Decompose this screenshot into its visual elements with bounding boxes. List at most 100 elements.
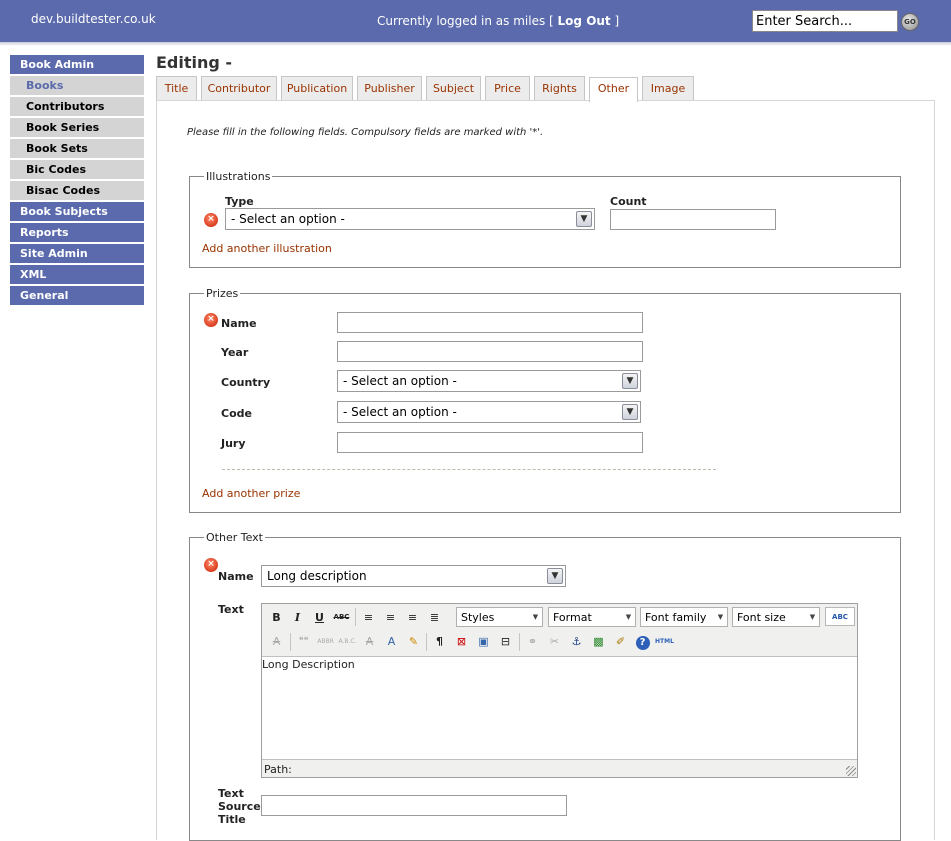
deletion-icon[interactable]: A <box>360 632 379 651</box>
prize-jury-input[interactable] <box>337 432 643 453</box>
align-center-icon[interactable]: ≡ <box>381 608 400 627</box>
anchor-icon[interactable]: ⚓ <box>567 632 586 651</box>
prize-year-input[interactable] <box>337 341 643 362</box>
font-family-select[interactable]: Font family ▼ <box>640 607 728 627</box>
nav-book-sets[interactable]: Book Sets <box>10 139 144 158</box>
illustrations-legend: Illustrations <box>206 170 271 183</box>
search-go-button[interactable]: GO <box>901 13 919 31</box>
tab-title[interactable]: Title <box>156 76 197 100</box>
html-source-button[interactable]: HTML <box>655 632 674 651</box>
site-name: dev.buildtester.co.uk <box>31 12 156 26</box>
source-title-label-line1: Text <box>218 787 244 800</box>
nav-book-subjects[interactable]: Book Subjects <box>10 202 144 221</box>
remove-format-icon[interactable]: A <box>267 632 286 651</box>
illustration-count-input[interactable] <box>610 209 776 230</box>
quote-icon[interactable]: ❝❝ <box>294 632 313 651</box>
styles-value: Styles <box>461 611 495 624</box>
tab-publisher[interactable]: Publisher <box>357 76 422 100</box>
editor-content-area[interactable]: Long Description <box>262 656 857 760</box>
tab-price[interactable]: Price <box>485 76 530 100</box>
nonbreaking-icon[interactable]: ⊠ <box>452 632 471 651</box>
error-icon: × <box>204 558 218 572</box>
chevron-down-icon: ▼ <box>622 373 638 389</box>
editor-path: Path: <box>264 763 292 776</box>
login-suffix: ] <box>610 14 620 28</box>
sidebar-nav: Book Admin Books Contributors Book Serie… <box>10 55 144 307</box>
nav-bisac-codes[interactable]: Bisac Codes <box>10 181 144 200</box>
tab-image[interactable]: Image <box>642 76 694 100</box>
abbr-button[interactable]: ABBR <box>316 632 335 651</box>
paragraph-icon[interactable]: ¶ <box>430 632 449 651</box>
acronym-button[interactable]: A.B.C. <box>338 632 357 651</box>
prize-jury-label: Jury <box>221 437 246 450</box>
insertion-icon[interactable]: A <box>382 632 401 651</box>
tab-publication[interactable]: Publication <box>281 76 353 100</box>
prize-name-input[interactable] <box>337 312 643 333</box>
unlink-icon[interactable]: ✂ <box>545 632 564 651</box>
add-illustration-link[interactable]: Add another illustration <box>202 242 332 255</box>
error-icon: × <box>204 313 218 327</box>
cleanup-icon[interactable]: ✐ <box>611 632 630 651</box>
styles-select[interactable]: Styles ▼ <box>456 607 543 627</box>
prize-code-select[interactable]: - Select an option - ▼ <box>337 401 641 423</box>
image-icon[interactable]: ▩ <box>589 632 608 651</box>
nav-site-admin[interactable]: Site Admin <box>10 244 144 263</box>
other-text-text-label: Text <box>218 603 244 616</box>
bold-button[interactable]: B <box>267 608 286 627</box>
toolbar-separator <box>426 633 427 651</box>
font-size-value: Font size <box>737 611 786 624</box>
align-right-icon[interactable]: ≡ <box>403 608 422 627</box>
other-text-name-select[interactable]: Long description ▼ <box>261 565 566 587</box>
attributes-icon[interactable]: ✎ <box>404 632 423 651</box>
toolbar-separator <box>519 633 520 651</box>
prize-country-value: - Select an option - <box>343 374 457 388</box>
layer-icon[interactable]: ▣ <box>474 632 493 651</box>
tab-subject[interactable]: Subject <box>426 76 481 100</box>
page-title: Editing - <box>156 53 233 72</box>
source-title-label: Text Source Title <box>218 787 261 826</box>
divider <box>222 469 716 470</box>
italic-button[interactable]: I <box>288 608 307 627</box>
search-input[interactable] <box>752 10 898 32</box>
nav-contributors[interactable]: Contributors <box>10 97 144 116</box>
nav-book-series[interactable]: Book Series <box>10 118 144 137</box>
nav-xml[interactable]: XML <box>10 265 144 284</box>
link-icon[interactable]: ⚭ <box>523 632 542 651</box>
other-text-name-value: Long description <box>267 569 367 583</box>
toolbar-separator <box>355 608 356 626</box>
nav-general[interactable]: General <box>10 286 144 305</box>
page-break-icon[interactable]: ⊟ <box>496 632 515 651</box>
tab-other[interactable]: Other <box>589 77 638 102</box>
strikethrough-button[interactable]: ABC <box>332 608 351 627</box>
chevron-down-icon: ▼ <box>532 613 539 621</box>
illustration-type-select[interactable]: - Select an option - ▼ <box>225 208 595 230</box>
prize-code-value: - Select an option - <box>343 405 457 419</box>
align-justify-icon[interactable]: ≣ <box>425 608 444 627</box>
logout-link[interactable]: Log Out <box>558 14 611 28</box>
format-select[interactable]: Format ▼ <box>548 607 636 627</box>
source-title-input[interactable] <box>261 795 567 816</box>
font-size-select[interactable]: Font size ▼ <box>732 607 820 627</box>
header-shadow <box>0 42 951 46</box>
font-family-value: Font family <box>645 611 707 624</box>
source-title-label-line2: Source <box>218 800 261 813</box>
nav-bic-codes[interactable]: Bic Codes <box>10 160 144 179</box>
spellcheck-button[interactable]: ABC <box>825 607 855 626</box>
login-text: Currently logged in as miles [ <box>377 14 558 28</box>
prize-year-label: Year <box>221 346 249 359</box>
align-left-icon[interactable]: ≡ <box>359 608 378 627</box>
prize-name-label: Name <box>221 317 257 330</box>
prize-country-select[interactable]: - Select an option - ▼ <box>337 370 641 392</box>
resize-grip-icon[interactable] <box>846 766 856 776</box>
nav-reports[interactable]: Reports <box>10 223 144 242</box>
nav-books[interactable]: Books <box>10 76 144 95</box>
tab-contributor[interactable]: Contributor <box>201 76 277 100</box>
tab-rights[interactable]: Rights <box>534 76 585 100</box>
rich-text-editor: B I U ABC ≡ ≡ ≡ ≣ Styles ▼ Format ▼ Font… <box>261 603 858 778</box>
nav-book-admin[interactable]: Book Admin <box>10 55 144 74</box>
help-icon[interactable]: ? <box>633 632 652 651</box>
illustration-type-label: Type <box>225 195 254 208</box>
add-prize-link[interactable]: Add another prize <box>202 487 300 500</box>
underline-button[interactable]: U <box>310 608 329 627</box>
illustration-type-value: - Select an option - <box>231 212 345 226</box>
